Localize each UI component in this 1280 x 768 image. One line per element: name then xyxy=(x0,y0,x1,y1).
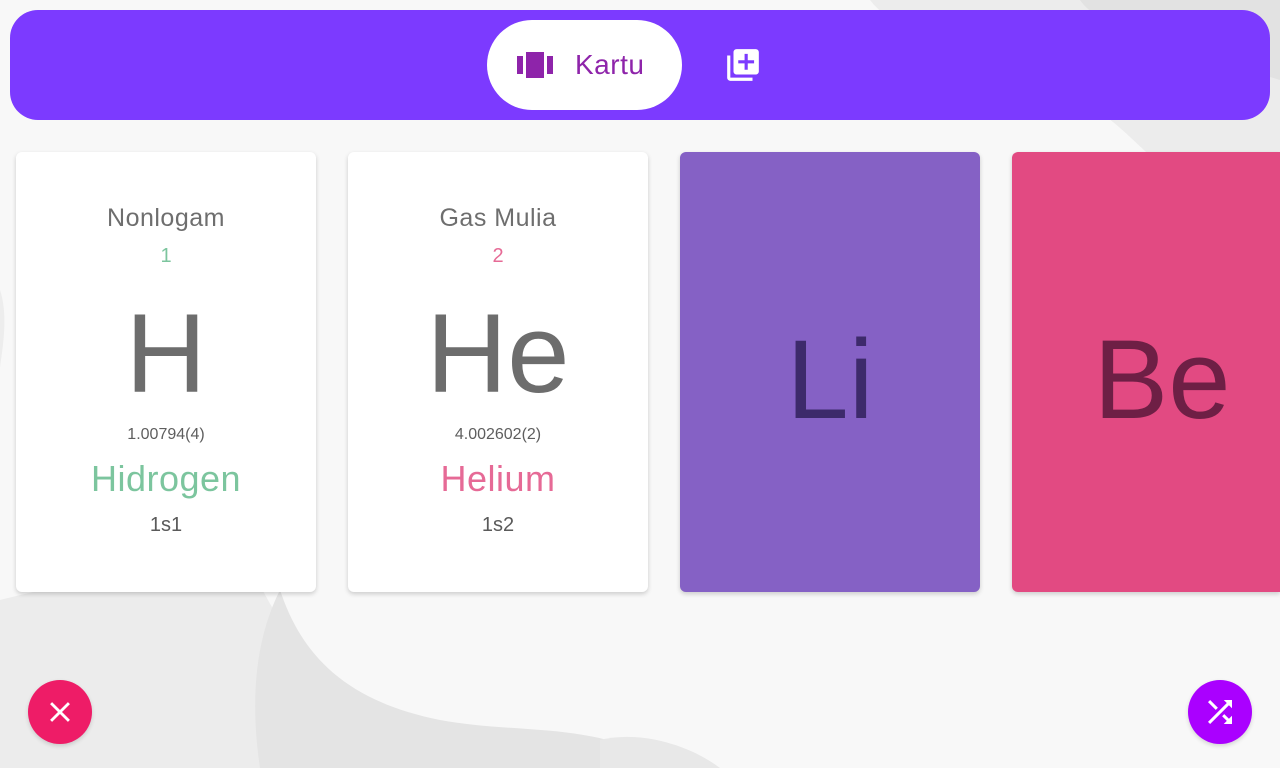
shuffle-icon xyxy=(1208,700,1232,724)
element-symbol: H xyxy=(125,291,207,416)
element-card-helium[interactable]: Gas Mulia 2 He 4.002602(2) Helium 1s2 xyxy=(348,152,648,592)
atomic-mass: 1.00794(4) xyxy=(127,426,205,443)
atomic-number: 1 xyxy=(160,245,172,267)
atomic-mass: 4.002602(2) xyxy=(454,426,542,443)
atomic-number: 2 xyxy=(492,245,504,267)
element-card-beryllium[interactable]: Be xyxy=(1012,152,1280,592)
element-symbol: He xyxy=(426,291,570,416)
electron-configuration: 1s2 xyxy=(481,514,515,536)
tab-cards-label: Kartu xyxy=(575,49,645,80)
close-button[interactable] xyxy=(28,680,92,744)
tab-add-card[interactable] xyxy=(713,35,773,95)
element-name: Hidrogen xyxy=(90,458,242,499)
tab-cards[interactable]: Kartu xyxy=(487,20,682,110)
element-symbol: Li xyxy=(786,317,874,442)
element-card-lithium[interactable]: Li xyxy=(680,152,980,592)
electron-configuration: 1s1 xyxy=(149,514,183,536)
element-category: Nonlogam xyxy=(107,204,225,232)
element-category: Gas Mulia xyxy=(439,204,557,232)
library-add-icon xyxy=(727,49,759,81)
top-navigation-bar: Kartu xyxy=(10,10,1270,120)
element-card-hydrogen[interactable]: Nonlogam 1 H 1.00794(4) Hidrogen 1s1 xyxy=(16,152,316,592)
view-carousel-icon xyxy=(517,52,553,78)
element-symbol: Be xyxy=(1093,317,1231,442)
close-icon xyxy=(50,702,70,722)
element-name: Helium xyxy=(440,458,556,499)
shuffle-button[interactable] xyxy=(1188,680,1252,744)
